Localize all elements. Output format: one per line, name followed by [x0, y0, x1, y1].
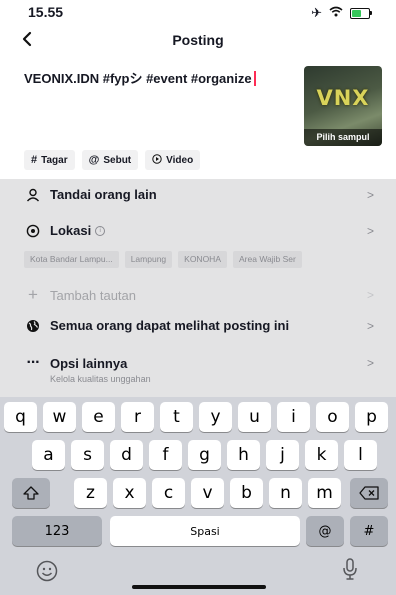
more-icon: ··· [26, 354, 41, 371]
chevron-right-icon: > [366, 288, 374, 302]
key-l[interactable]: l [344, 440, 377, 470]
key-d[interactable]: d [110, 440, 143, 470]
chevron-right-icon: > [366, 223, 374, 238]
airplane-mode-icon: ✈ [311, 5, 322, 20]
status-icons: ✈ [311, 5, 372, 21]
caption-text: VEONIX.IDN #fypシ #event #organize [24, 71, 252, 86]
caption-input[interactable]: VEONIX.IDN #fypシ #event #organize [24, 68, 256, 87]
video-icon [152, 153, 162, 167]
location-suggestion[interactable]: Kota Bandar Lampu... [24, 251, 119, 268]
key-c[interactable]: c [152, 478, 185, 508]
key-q[interactable]: q [4, 402, 37, 432]
key-v[interactable]: v [191, 478, 224, 508]
wifi-icon [329, 6, 343, 20]
caption-chips: # Tagar @ Sebut Video [24, 150, 201, 170]
key-k[interactable]: k [305, 440, 338, 470]
chevron-right-icon: > [366, 356, 374, 370]
shift-icon [23, 486, 39, 500]
key-p[interactable]: p [355, 402, 388, 432]
key-f[interactable]: f [149, 440, 182, 470]
cover-logo: VNX [316, 86, 370, 110]
plus-icon: + [28, 285, 38, 304]
add-link-row[interactable]: + Tambah tautan > [24, 285, 374, 305]
hash-key[interactable]: # [350, 516, 388, 546]
privacy-row[interactable]: Semua orang dapat melihat posting ini > [24, 318, 374, 333]
battery-level [352, 9, 361, 17]
add-link-label: Tambah tautan [50, 287, 137, 303]
cover-thumbnail[interactable]: VNX Pilih sampul [304, 66, 382, 146]
key-e[interactable]: e [82, 402, 115, 432]
mention-icon: @ [88, 154, 100, 166]
key-t[interactable]: t [160, 402, 193, 432]
location-suggestion[interactable]: KONOHA [178, 251, 227, 268]
location-suggestion[interactable]: Lampung [124, 251, 173, 268]
location-suggestions: Kota Bandar Lampu... Lampung KONOHA Area… [24, 251, 302, 268]
microphone-icon[interactable] [342, 558, 358, 585]
more-options-subtitle: Kelola kualitas unggahan [50, 374, 151, 384]
video-chip[interactable]: Video [145, 150, 201, 170]
key-z[interactable]: z [74, 478, 107, 508]
key-o[interactable]: o [316, 402, 349, 432]
mention-chip-label: Sebut [103, 154, 132, 166]
key-j[interactable]: j [266, 440, 299, 470]
select-cover-button[interactable]: Pilih sampul [304, 129, 382, 146]
person-icon [24, 188, 42, 202]
more-options-label: Opsi lainnya [50, 355, 128, 371]
video-chip-label: Video [166, 154, 194, 166]
tag-people-label: Tandai orang lain [50, 187, 157, 202]
chevron-right-icon: > [366, 187, 374, 202]
home-indicator [132, 585, 266, 589]
key-w[interactable]: w [43, 402, 76, 432]
key-n[interactable]: n [269, 478, 302, 508]
numbers-key[interactable]: 123 [12, 516, 102, 546]
backspace-icon [359, 486, 379, 500]
key-x[interactable]: x [113, 478, 146, 508]
location-icon [24, 224, 42, 238]
backspace-key[interactable] [350, 478, 388, 508]
hashtag-chip[interactable]: # Tagar [24, 150, 75, 170]
at-key[interactable]: @ [306, 516, 344, 546]
key-m[interactable]: m [308, 478, 341, 508]
key-y[interactable]: y [199, 402, 232, 432]
key-u[interactable]: u [238, 402, 271, 432]
privacy-label: Semua orang dapat melihat posting ini [50, 318, 290, 333]
key-h[interactable]: h [227, 440, 260, 470]
key-a[interactable]: a [32, 440, 65, 470]
key-b[interactable]: b [230, 478, 263, 508]
status-time: 15.55 [28, 4, 64, 20]
key-r[interactable]: r [121, 402, 154, 432]
text-cursor [253, 71, 256, 86]
emoji-icon[interactable] [36, 560, 58, 587]
key-i[interactable]: i [277, 402, 310, 432]
hashtag-icon: # [31, 154, 38, 166]
key-g[interactable]: g [188, 440, 221, 470]
chevron-right-icon: > [366, 318, 374, 333]
battery-icon [350, 7, 372, 19]
shift-key[interactable] [12, 478, 50, 508]
space-key[interactable]: Spasi [110, 516, 300, 546]
location-suggestion[interactable]: Area Wajib Ser [233, 251, 302, 268]
key-s[interactable]: s [71, 440, 104, 470]
globe-icon [24, 319, 42, 333]
info-icon[interactable]: i [95, 225, 106, 236]
tag-people-row[interactable]: Tandai orang lain > [24, 187, 374, 202]
location-row[interactable]: Lokasi i > [24, 223, 374, 238]
more-options-row[interactable]: ··· Opsi lainnya > [24, 354, 375, 372]
hashtag-chip-label: Tagar [41, 154, 68, 166]
page-title: Posting [172, 32, 224, 48]
location-label: Lokasi [50, 223, 92, 238]
mention-chip[interactable]: @ Sebut [81, 150, 139, 170]
